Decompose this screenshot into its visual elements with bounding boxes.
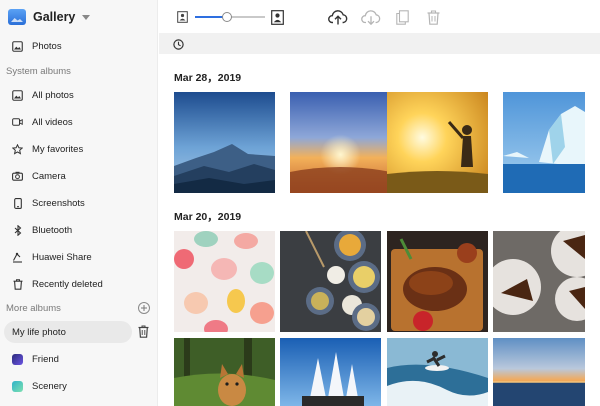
trash-icon bbox=[12, 278, 23, 290]
macarons-photo bbox=[174, 231, 275, 332]
clock-icon bbox=[173, 39, 184, 50]
sidebar-item-label: Scenery bbox=[32, 380, 67, 392]
sidebar-item-label: Camera bbox=[32, 170, 66, 182]
sidebar-item-label: Huawei Share bbox=[32, 251, 92, 263]
app-title: Gallery bbox=[33, 10, 76, 24]
dog-photo bbox=[174, 338, 275, 406]
date-group-header: Mar 20，2019 bbox=[174, 211, 242, 223]
photo-thumbnail[interactable] bbox=[174, 92, 275, 193]
photo-thumbnail[interactable] bbox=[387, 338, 488, 406]
gallery-logo-icon bbox=[8, 9, 26, 25]
photo-thumbnail[interactable] bbox=[174, 338, 275, 406]
small-thumbnail-icon bbox=[176, 11, 188, 23]
sidebar-item-label: My favorites bbox=[32, 143, 84, 155]
trash-icon bbox=[138, 325, 149, 338]
zoom-slider-handle[interactable] bbox=[221, 12, 232, 22]
cloud-upload-icon bbox=[328, 10, 348, 25]
chocolate-cake-photo bbox=[493, 231, 585, 332]
app-switcher[interactable]: Gallery bbox=[8, 6, 91, 28]
toolbar bbox=[159, 0, 600, 33]
sunset-photo bbox=[290, 92, 391, 193]
photo-thumbnail[interactable] bbox=[280, 338, 381, 406]
system-albums-heading: System albums bbox=[6, 66, 71, 77]
sidebar-item-all-videos[interactable]: All videos bbox=[4, 111, 132, 133]
iceberg-photo bbox=[503, 92, 585, 193]
sidebar-item-bluetooth[interactable]: Bluetooth bbox=[4, 219, 132, 241]
chevron-down-icon bbox=[82, 14, 91, 20]
plus-icon bbox=[141, 305, 147, 311]
dusk-sea-photo bbox=[493, 338, 585, 406]
sidebar-item-all-photos[interactable]: All photos bbox=[4, 84, 132, 106]
photo-thumbnail[interactable] bbox=[503, 92, 585, 193]
copy-icon bbox=[395, 9, 409, 25]
steak-photo bbox=[387, 231, 488, 332]
zoom-slider[interactable] bbox=[195, 12, 265, 22]
photo-thumbnail[interactable] bbox=[493, 338, 585, 406]
sailing-ship-photo bbox=[280, 338, 381, 406]
photo-thumbnail[interactable] bbox=[290, 92, 391, 193]
sidebar-item-huawei-share[interactable]: Huawei Share bbox=[4, 246, 132, 268]
download-button[interactable] bbox=[361, 7, 381, 27]
mountain-photo bbox=[174, 92, 275, 193]
upload-button[interactable] bbox=[328, 7, 348, 27]
sidebar-item-label: All photos bbox=[32, 89, 74, 101]
photo-thumbnail[interactable] bbox=[493, 231, 585, 332]
photo-thumbnail[interactable] bbox=[387, 92, 488, 193]
image-icon bbox=[12, 89, 23, 101]
person-sunrise-photo bbox=[387, 92, 488, 193]
camera-icon bbox=[12, 171, 23, 182]
album-thumbnail bbox=[12, 353, 23, 365]
surfer-photo bbox=[387, 338, 488, 406]
sidebar-item-recently-deleted[interactable]: Recently deleted bbox=[4, 273, 132, 295]
album-thumbnail bbox=[12, 380, 23, 392]
sidebar-item-label: Friend bbox=[32, 353, 59, 365]
cloud-download-icon bbox=[361, 10, 381, 25]
sidebar-item-camera[interactable]: Camera bbox=[4, 165, 132, 187]
sidebar-item-label: Recently deleted bbox=[32, 278, 103, 290]
star-icon bbox=[12, 143, 23, 155]
photo-thumbnail[interactable] bbox=[280, 231, 381, 332]
sidebar-item-label: Bluetooth bbox=[32, 224, 73, 236]
bluetooth-icon bbox=[12, 224, 23, 236]
sidebar-item-my-life-photo[interactable]: My life photo bbox=[4, 321, 132, 343]
large-thumbnail-icon bbox=[270, 9, 284, 25]
video-icon bbox=[12, 117, 23, 128]
sidebar-item-scenery[interactable]: Scenery bbox=[4, 375, 132, 397]
phone-icon bbox=[12, 197, 23, 209]
more-albums-heading: More albums bbox=[6, 303, 61, 314]
photo-thumbnail[interactable] bbox=[387, 231, 488, 332]
photo-thumbnail[interactable] bbox=[174, 231, 275, 332]
delete-album-button[interactable] bbox=[138, 325, 150, 338]
sidebar-item-my-favorites[interactable]: My favorites bbox=[4, 138, 132, 160]
share-icon bbox=[12, 252, 23, 263]
sidebar-item-photos[interactable]: Photos bbox=[4, 35, 132, 57]
sidebar-item-label: Screenshots bbox=[32, 197, 85, 209]
sidebar-item-label: Photos bbox=[32, 40, 62, 52]
image-icon bbox=[12, 40, 23, 52]
time-sort-button[interactable] bbox=[173, 37, 186, 50]
sidebar-item-screenshots[interactable]: Screenshots bbox=[4, 192, 132, 214]
trash-icon bbox=[427, 9, 439, 25]
zoom-out-button[interactable] bbox=[173, 8, 191, 26]
sidebar: Gallery Photos System albums All photos … bbox=[0, 0, 158, 406]
delete-button[interactable] bbox=[424, 8, 442, 26]
zoom-in-button[interactable] bbox=[268, 8, 286, 26]
date-group-header: Mar 28，2019 bbox=[174, 72, 242, 84]
food-bowls-photo bbox=[280, 231, 381, 332]
copy-button[interactable] bbox=[393, 8, 411, 26]
sidebar-item-friend[interactable]: Friend bbox=[4, 348, 132, 370]
sidebar-item-label: My life photo bbox=[12, 326, 66, 338]
filter-bar bbox=[159, 33, 600, 54]
add-album-button[interactable] bbox=[138, 302, 150, 314]
sidebar-item-label: All videos bbox=[32, 116, 73, 128]
